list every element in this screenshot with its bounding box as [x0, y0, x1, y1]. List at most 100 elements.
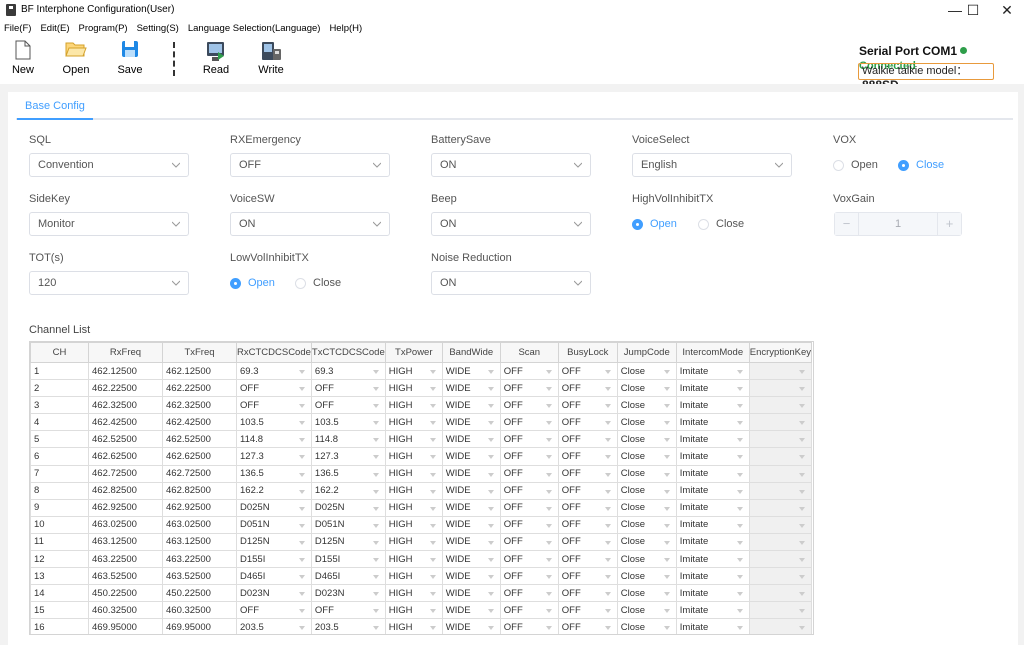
- vox-open-radio[interactable]: Open: [833, 159, 878, 171]
- table-cell[interactable]: 203.5: [310, 618, 386, 634]
- table-cell[interactable]: 114.8: [236, 430, 312, 449]
- table-cell[interactable]: WIDE: [441, 618, 501, 634]
- table-cell[interactable]: WIDE: [441, 601, 501, 620]
- table-cell[interactable]: D023N: [236, 584, 312, 603]
- low-vol-open-radio[interactable]: Open: [230, 277, 275, 289]
- table-cell[interactable]: D025N: [236, 498, 312, 517]
- table-cell[interactable]: OFF: [499, 550, 559, 569]
- table-cell[interactable]: 203.5: [236, 618, 312, 634]
- table-cell[interactable]: Close: [616, 464, 677, 483]
- table-cell[interactable]: Imitate: [675, 618, 750, 634]
- table-row[interactable]: 6 462.62500 462.62500 127.3 127.3 HIGH WIDE OFF…: [30, 447, 813, 466]
- table-row[interactable]: 11 463.12500 463.12500 D125N D125N HIGH WIDE OF…: [30, 532, 813, 552]
- table-cell[interactable]: HIGH: [384, 413, 443, 432]
- table-cell[interactable]: Imitate: [675, 361, 750, 381]
- table-cell[interactable]: [748, 361, 813, 381]
- table-cell[interactable]: 136.5: [310, 464, 386, 483]
- table-cell[interactable]: OFF: [499, 532, 559, 552]
- save-button[interactable]: Save: [107, 38, 153, 82]
- vox-gain-increase-button[interactable]: +: [937, 213, 961, 235]
- close-button[interactable]: ✕: [984, 0, 1024, 20]
- table-cell[interactable]: Close: [616, 601, 677, 620]
- table-cell[interactable]: D023N: [310, 584, 386, 603]
- table-cell[interactable]: Imitate: [675, 550, 750, 569]
- table-cell[interactable]: 462.52500: [88, 430, 163, 449]
- table-cell[interactable]: 462.32500: [162, 396, 237, 415]
- table-cell[interactable]: HIGH: [384, 498, 443, 517]
- table-cell[interactable]: [748, 567, 813, 586]
- table-cell[interactable]: D051N: [310, 515, 386, 534]
- menu-file[interactable]: File(F): [0, 22, 36, 36]
- table-cell[interactable]: Imitate: [675, 515, 750, 534]
- table-cell[interactable]: 462.92500: [162, 498, 237, 517]
- table-cell[interactable]: [748, 464, 813, 483]
- table-cell[interactable]: OFF: [236, 379, 312, 398]
- table-cell[interactable]: HIGH: [384, 532, 443, 552]
- table-cell[interactable]: 463.02500: [88, 515, 163, 534]
- table-cell[interactable]: 463.02500: [162, 515, 237, 534]
- table-row[interactable]: 2 462.22500 462.22500 OFF OFF HIGH WIDE OFF OFF C…: [30, 379, 813, 398]
- table-cell[interactable]: OFF: [499, 618, 559, 634]
- table-cell[interactable]: [748, 379, 813, 398]
- table-cell[interactable]: WIDE: [441, 584, 501, 603]
- table-cell[interactable]: WIDE: [441, 567, 501, 586]
- table-cell[interactable]: WIDE: [441, 498, 501, 517]
- table-cell[interactable]: OFF: [499, 601, 559, 620]
- table-cell[interactable]: WIDE: [441, 447, 501, 466]
- table-cell[interactable]: 103.5: [236, 413, 312, 432]
- table-cell[interactable]: 462.72500: [162, 464, 237, 483]
- table-cell[interactable]: OFF: [557, 413, 618, 432]
- table-cell[interactable]: Imitate: [675, 481, 750, 500]
- table-cell[interactable]: 127.3: [310, 447, 386, 466]
- table-cell[interactable]: Imitate: [675, 567, 750, 586]
- table-cell[interactable]: 462.82500: [88, 481, 163, 500]
- high-vol-close-radio[interactable]: Close: [698, 218, 744, 230]
- table-cell[interactable]: Imitate: [675, 498, 750, 517]
- table-cell[interactable]: OFF: [557, 515, 618, 534]
- table-cell[interactable]: D155I: [310, 550, 386, 569]
- table-row[interactable]: 9 462.92500 462.92500 D025N D025N HIGH WIDE OFF…: [30, 498, 813, 517]
- low-vol-close-radio[interactable]: Close: [295, 277, 341, 289]
- table-cell[interactable]: OFF: [557, 447, 618, 466]
- table-cell[interactable]: WIDE: [441, 361, 501, 381]
- table-cell[interactable]: [748, 413, 813, 432]
- table-cell[interactable]: OFF: [557, 498, 618, 517]
- table-cell[interactable]: Imitate: [675, 601, 750, 620]
- table-cell[interactable]: 462.92500: [88, 498, 163, 517]
- table-cell[interactable]: OFF: [499, 584, 559, 603]
- table-cell[interactable]: 462.42500: [88, 413, 163, 432]
- table-cell[interactable]: Close: [616, 447, 677, 466]
- table-cell[interactable]: HIGH: [384, 447, 443, 466]
- table-cell[interactable]: OFF: [499, 361, 559, 381]
- table-cell[interactable]: 69.3: [310, 361, 386, 381]
- table-cell[interactable]: [748, 550, 813, 569]
- table-cell[interactable]: 463.22500: [88, 550, 163, 569]
- table-cell[interactable]: OFF: [499, 447, 559, 466]
- table-cell[interactable]: 462.62500: [162, 447, 237, 466]
- vox-gain-decrease-button[interactable]: −: [835, 213, 859, 235]
- table-cell[interactable]: 462.62500: [88, 447, 163, 466]
- table-cell[interactable]: WIDE: [441, 430, 501, 449]
- vox-gain-value[interactable]: 1: [859, 213, 937, 235]
- table-cell[interactable]: D025N: [310, 498, 386, 517]
- open-button[interactable]: Open: [53, 38, 99, 82]
- table-row[interactable]: 4 462.42500 462.42500 103.5 103.5 HIGH WIDE OFF…: [30, 413, 813, 432]
- table-cell[interactable]: WIDE: [441, 379, 501, 398]
- high-vol-open-radio[interactable]: Open: [632, 218, 677, 230]
- table-cell[interactable]: 162.2: [236, 481, 312, 500]
- table-row[interactable]: 12 463.22500 463.22500 D155I D155I HIGH WIDE OF…: [30, 550, 813, 569]
- table-cell[interactable]: D465I: [310, 567, 386, 586]
- rx-emergency-select[interactable]: OFF: [230, 153, 390, 177]
- table-cell[interactable]: D465I: [236, 567, 312, 586]
- table-cell[interactable]: [748, 481, 813, 500]
- table-cell[interactable]: 463.52500: [162, 567, 237, 586]
- table-row[interactable]: 3 462.32500 462.32500 OFF OFF HIGH WIDE OFF OFF C…: [30, 396, 813, 415]
- table-cell[interactable]: Imitate: [675, 447, 750, 466]
- battery-save-select[interactable]: ON: [431, 153, 591, 177]
- tab-base-config[interactable]: Base Config: [17, 92, 93, 120]
- table-cell[interactable]: 69.3: [236, 361, 312, 381]
- table-cell[interactable]: Close: [616, 379, 677, 398]
- table-cell[interactable]: 103.5: [310, 413, 386, 432]
- table-cell[interactable]: Close: [616, 361, 677, 381]
- table-cell[interactable]: 462.12500: [88, 361, 163, 381]
